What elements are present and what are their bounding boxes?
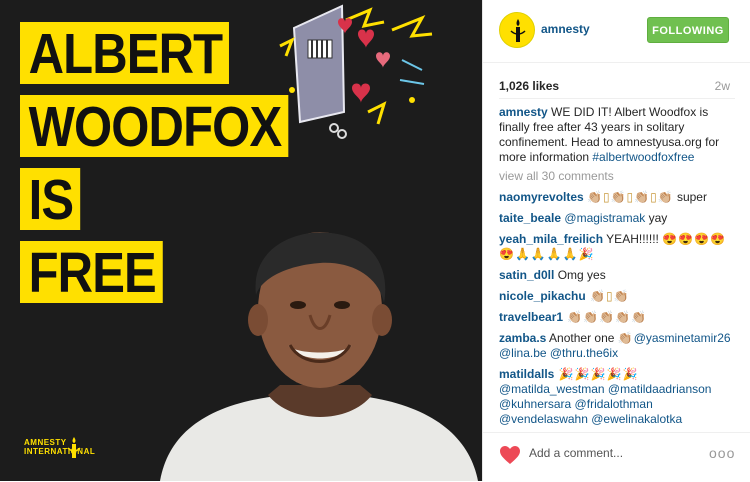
headline-line-2: WOODFOX	[20, 95, 289, 157]
comment-text: super	[673, 190, 707, 204]
comment-text: yay	[645, 211, 668, 225]
logo-line-1: AMNESTY	[24, 438, 67, 447]
headline-line-1: ALBERT	[20, 22, 230, 84]
following-button[interactable]: FOLLOWING	[647, 17, 729, 43]
headline-line-3: IS	[20, 168, 81, 230]
amnesty-logo-text: AMNESTY INTERNATIONAL	[24, 438, 95, 456]
comment-username[interactable]: matildalls	[499, 367, 554, 381]
comment-text: Another one	[546, 331, 618, 345]
comment-username[interactable]: satin_d0ll	[499, 268, 554, 282]
post-age[interactable]: 2w	[715, 79, 730, 93]
comment-item: travelbear1 👏🏼👏🏼👏🏼👏🏼👏🏼	[499, 310, 739, 325]
post-sidebar: amnesty FOLLOWING 1,026 likes 2w amnesty…	[482, 0, 750, 481]
likes-count[interactable]: 1,026 likes	[499, 79, 559, 93]
comment-username[interactable]: zamba.s	[499, 331, 546, 345]
comment-emoji: 👏🏼▯👏🏼	[585, 289, 630, 303]
comment-item: naomyrevoltes 👏🏼▯👏🏼▯👏🏼▯👏🏼 super	[499, 190, 739, 205]
prison-door-hearts-illustration	[279, 4, 433, 139]
comment-item: matildalls 🎉🎉🎉🎉🎉 @matilda_westman @matil…	[499, 367, 739, 427]
post-header: amnesty FOLLOWING	[483, 0, 750, 63]
view-all-comments-link[interactable]: view all 30 comments	[499, 169, 739, 184]
instagram-post: ALBERT WOODFOX IS FREE AMNESTY INTERNATI…	[0, 0, 750, 481]
avatar[interactable]	[499, 12, 535, 48]
portrait-photo	[160, 232, 478, 481]
candle-logo-icon	[67, 437, 81, 458]
comment-emoji: 👏🏼▯👏🏼▯👏🏼▯👏🏼	[587, 190, 674, 204]
headline-line-4: FREE	[20, 241, 163, 303]
comment-item: satin_d0ll Omg yes	[499, 268, 739, 283]
comment-username[interactable]: nicole_pikachu	[499, 289, 586, 303]
candle-icon	[510, 19, 526, 42]
post-username[interactable]: amnesty	[541, 22, 590, 36]
comment-mentions[interactable]: @matilda_westman @matildaadrianson @kuhn…	[499, 382, 711, 426]
comment-username[interactable]: naomyrevoltes	[499, 190, 584, 204]
comment-list: amnesty WE DID IT! Albert Woodfox is fin…	[499, 105, 739, 433]
post-image[interactable]: ALBERT WOODFOX IS FREE AMNESTY INTERNATI…	[0, 0, 482, 481]
caption: amnesty WE DID IT! Albert Woodfox is fin…	[499, 105, 739, 165]
caption-hashtag[interactable]: #albertwoodfoxfree	[592, 150, 694, 164]
comment-item: yeah_mila_freilich YEAH!!!!!! 😍😍😍😍😍🙏🙏🙏🙏🎉	[499, 232, 739, 262]
add-comment-input[interactable]: Add a comment...	[529, 446, 623, 460]
like-heart-icon[interactable]	[499, 445, 521, 465]
divider	[499, 98, 735, 99]
comment-item: zamba.s Another one 👏🏼@yasminetamir26 @l…	[499, 331, 739, 361]
comment-emoji: 👏🏼👏🏼👏🏼👏🏼👏🏼	[563, 310, 648, 324]
logo-line-2: INTERNATIONAL	[24, 447, 96, 456]
comment-item: nicole_pikachu 👏🏼▯👏🏼	[499, 289, 739, 304]
comment-username[interactable]: taite_beale	[499, 211, 561, 225]
comment-item: taite_beale @magistramak yay	[499, 211, 739, 226]
comment-mention[interactable]: @magistramak	[564, 211, 645, 225]
comment-text: Omg yes	[554, 268, 606, 282]
comment-username[interactable]: travelbear1	[499, 310, 563, 324]
comment-text: YEAH!!!!!!	[603, 232, 663, 246]
more-options-icon[interactable]: ooo	[709, 445, 735, 461]
comment-bar: Add a comment... ooo	[483, 432, 750, 482]
comment-emoji: 🎉🎉🎉🎉🎉	[554, 367, 639, 381]
comment-username[interactable]: yeah_mila_freilich	[499, 232, 603, 246]
comment-emoji: 👏🏼	[617, 331, 634, 345]
caption-username[interactable]: amnesty	[499, 105, 548, 119]
